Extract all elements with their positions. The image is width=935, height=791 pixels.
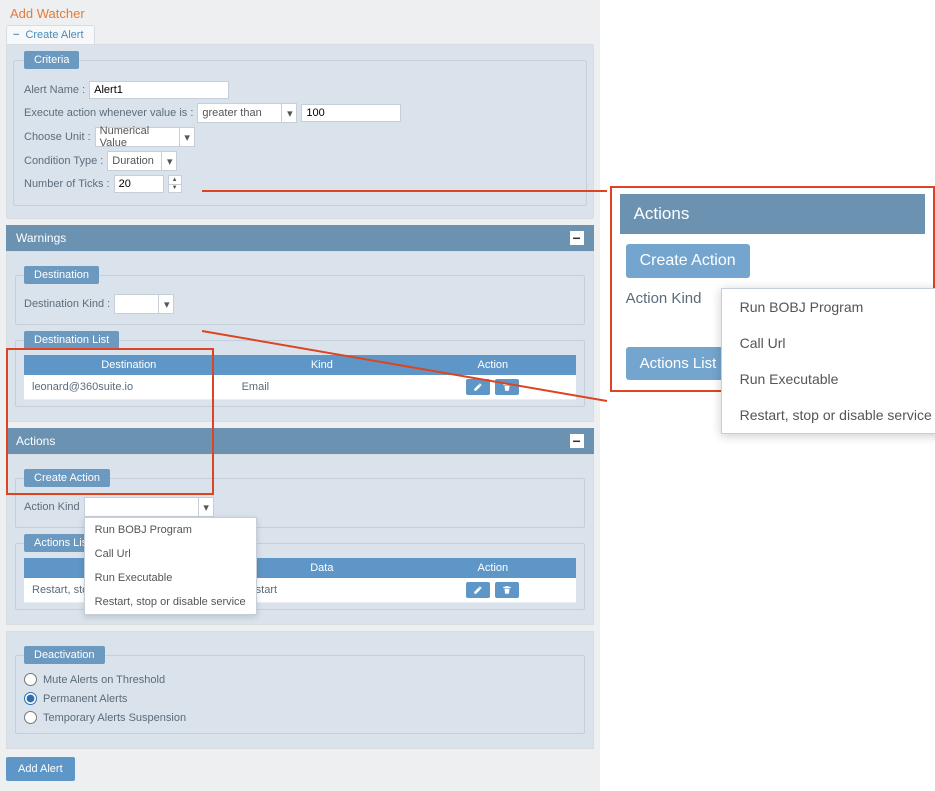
alert-name-input[interactable] <box>89 81 229 99</box>
minus-icon: − <box>13 29 19 41</box>
choose-unit-label: Choose Unit : <box>24 131 91 143</box>
warnings-title: Warnings <box>16 231 66 245</box>
actions-header: Actions − <box>6 428 594 454</box>
page-title: Add Watcher <box>0 0 600 25</box>
radio-label: Mute Alerts on Threshold <box>43 674 165 686</box>
spinner-down-icon[interactable]: ▼ <box>169 185 181 193</box>
col-kind: Kind <box>234 355 411 375</box>
warnings-header: Warnings − <box>6 225 594 251</box>
destination-fieldset: Destination Destination Kind : ▾ <box>15 266 585 325</box>
add-alert-button[interactable]: Add Alert <box>6 757 75 781</box>
deactivation-fieldset: Deactivation Mute Alerts on Threshold Pe… <box>15 646 585 734</box>
choose-unit-select[interactable]: Numerical Value ▾ <box>95 127 195 147</box>
spinner-up-icon[interactable]: ▲ <box>169 176 181 185</box>
choose-unit-value: Numerical Value <box>100 125 176 149</box>
exec-action-label: Execute action whenever value is : <box>24 107 193 119</box>
collapse-warnings-button[interactable]: − <box>570 231 584 245</box>
chevron-down-icon: ▾ <box>281 103 297 123</box>
zoom-actions-header: Actions <box>620 194 925 234</box>
dropdown-item[interactable]: Run BOBJ Program <box>85 518 256 542</box>
radio-permanent[interactable] <box>24 692 37 705</box>
deactivation-legend: Deactivation <box>24 646 105 664</box>
dest-kind-label: Destination Kind : <box>24 298 110 310</box>
create-action-fieldset: Create Action Action Kind ▾ Run BOBJ Pro… <box>15 469 585 528</box>
dropdown-item[interactable]: Run Executable <box>85 566 256 590</box>
col-data: Data <box>234 558 411 578</box>
destination-table: Destination Kind Action leonard@360suite… <box>24 355 576 400</box>
zoom-actions-list-badge: Actions List <box>626 347 731 380</box>
ticks-label: Number of Ticks : <box>24 178 110 190</box>
dest-kind-select[interactable]: ▾ <box>114 294 174 314</box>
tab-create-alert[interactable]: − Create Alert <box>6 25 95 44</box>
destination-legend: Destination <box>24 266 99 284</box>
edit-button[interactable] <box>466 379 490 395</box>
action-kind-label: Action Kind <box>24 501 80 513</box>
alert-name-label: Alert Name : <box>24 84 85 96</box>
cell-action-data: Restart <box>234 578 411 603</box>
dest-list-legend: Destination List <box>24 331 119 349</box>
cond-type-label: Condition Type : <box>24 155 103 167</box>
exec-operator-value: greater than <box>202 107 261 119</box>
trash-icon <box>502 382 512 392</box>
criteria-legend: Criteria <box>24 51 79 69</box>
destination-list-fieldset: Destination List Destination Kind Action… <box>15 331 585 407</box>
zoom-create-action-badge: Create Action <box>626 244 750 278</box>
chevron-down-icon: ▾ <box>161 151 177 171</box>
edit-button[interactable] <box>466 582 490 598</box>
action-kind-select[interactable]: ▾ Run BOBJ Program Call Url Run Executab… <box>84 497 214 517</box>
actions-title: Actions <box>16 434 55 448</box>
delete-button[interactable] <box>495 582 519 598</box>
col-action: Action <box>410 558 575 578</box>
collapse-actions-button[interactable]: − <box>570 434 584 448</box>
pencil-icon <box>473 585 483 595</box>
dropdown-item[interactable]: Run Executable <box>722 361 935 397</box>
radio-mute[interactable] <box>24 673 37 686</box>
delete-button[interactable] <box>495 379 519 395</box>
ticks-input[interactable] <box>114 175 164 193</box>
table-row: leonard@360suite.io Email <box>24 375 576 400</box>
dropdown-item[interactable]: Call Url <box>85 542 256 566</box>
exec-value-input[interactable] <box>301 104 401 122</box>
radio-temporary[interactable] <box>24 711 37 724</box>
action-kind-menu: Run BOBJ Program Call Url Run Executable… <box>84 517 257 615</box>
col-destination: Destination <box>24 355 234 375</box>
cell-kind: Email <box>234 375 411 400</box>
create-action-legend: Create Action <box>24 469 110 487</box>
pencil-icon <box>473 382 483 392</box>
cond-type-select[interactable]: Duration ▾ <box>107 151 177 171</box>
dropdown-item[interactable]: Restart, stop or disable service <box>85 590 256 614</box>
col-action: Action <box>410 355 575 375</box>
dropdown-item[interactable]: Run BOBJ Program <box>722 289 935 325</box>
chevron-down-icon: ▾ <box>198 497 214 517</box>
radio-label: Permanent Alerts <box>43 693 127 705</box>
callout-zoom-panel: Actions Create Action Action Kind Run BO… <box>610 186 935 392</box>
radio-label: Temporary Alerts Suspension <box>43 712 186 724</box>
dropdown-item[interactable]: Restart, stop or disable service <box>722 397 935 433</box>
tab-label: Create Alert <box>25 29 83 41</box>
cond-type-value: Duration <box>112 155 154 167</box>
cell-destination: leonard@360suite.io <box>24 375 234 400</box>
zoom-action-kind-menu: Run BOBJ Program Call Url Run Executable… <box>721 288 935 434</box>
zoom-action-kind-label: Action Kind <box>626 290 702 307</box>
chevron-down-icon: ▾ <box>158 294 174 314</box>
exec-operator-select[interactable]: greater than ▾ <box>197 103 297 123</box>
criteria-fieldset: Criteria Alert Name : Execute action whe… <box>13 51 587 206</box>
chevron-down-icon: ▾ <box>179 127 195 147</box>
trash-icon <box>502 585 512 595</box>
dropdown-item[interactable]: Call Url <box>722 325 935 361</box>
